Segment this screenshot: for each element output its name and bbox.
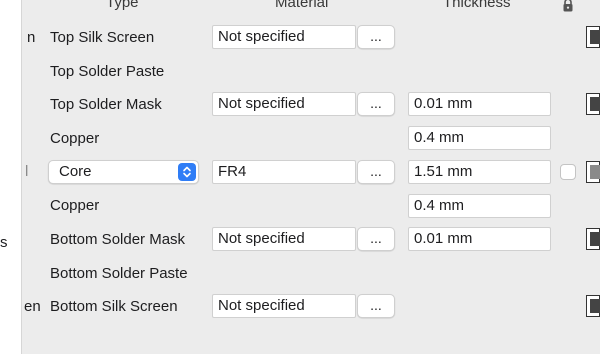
- layer-color-swatch[interactable]: [586, 26, 600, 48]
- thickness-field[interactable]: 1.51 mm: [408, 160, 551, 184]
- layer-type-label: Bottom Solder Mask: [50, 231, 186, 248]
- left-panel: n l s en: [0, 0, 41, 354]
- lock-thickness-checkbox[interactable]: [560, 164, 576, 180]
- material-browse-button[interactable]: ...: [357, 294, 395, 318]
- material-browse-button[interactable]: ...: [357, 227, 395, 251]
- material-field[interactable]: Not specified: [212, 92, 356, 116]
- left-panel-fragment: s: [0, 234, 8, 251]
- thickness-field[interactable]: 0.4 mm: [408, 194, 551, 218]
- layer-color-swatch[interactable]: [586, 228, 600, 250]
- layer-type-select[interactable]: Core: [48, 160, 199, 184]
- lock-icon[interactable]: [561, 0, 575, 12]
- thickness-field[interactable]: 0.01 mm: [408, 227, 551, 251]
- layer-type-label: Copper: [50, 130, 100, 147]
- layer-type-select-value: Core: [59, 163, 92, 180]
- chevron-updown-icon: [178, 163, 196, 181]
- layer-type-label: Top Silk Screen: [50, 29, 155, 46]
- column-header-material[interactable]: Material: [275, 0, 328, 11]
- thickness-field[interactable]: 0.01 mm: [408, 92, 551, 116]
- layer-type-label: Top Solder Paste: [50, 63, 165, 80]
- material-browse-button[interactable]: ...: [357, 92, 395, 116]
- material-field[interactable]: Not specified: [212, 294, 356, 318]
- layer-type-label: Bottom Solder Paste: [50, 265, 188, 282]
- column-header-thickness[interactable]: Thickness: [443, 0, 511, 11]
- left-panel-fragment: l: [25, 163, 29, 180]
- column-header-type[interactable]: Type: [106, 0, 139, 11]
- layer-color-swatch[interactable]: [586, 295, 600, 317]
- material-field[interactable]: Not specified: [212, 25, 356, 49]
- layer-type-label: Top Solder Mask: [50, 96, 162, 113]
- thickness-field[interactable]: 0.4 mm: [408, 126, 551, 150]
- material-browse-button[interactable]: ...: [357, 25, 395, 49]
- layer-color-swatch[interactable]: [586, 93, 600, 115]
- material-field[interactable]: FR4: [212, 160, 356, 184]
- left-panel-fragment: en: [24, 298, 41, 315]
- material-browse-button[interactable]: ...: [357, 160, 395, 184]
- layer-type-label: Copper: [50, 197, 100, 214]
- left-panel-fragment: n: [27, 29, 36, 46]
- layer-type-label: Bottom Silk Screen: [50, 298, 178, 315]
- layer-color-swatch[interactable]: [586, 161, 600, 183]
- material-field[interactable]: Not specified: [212, 227, 356, 251]
